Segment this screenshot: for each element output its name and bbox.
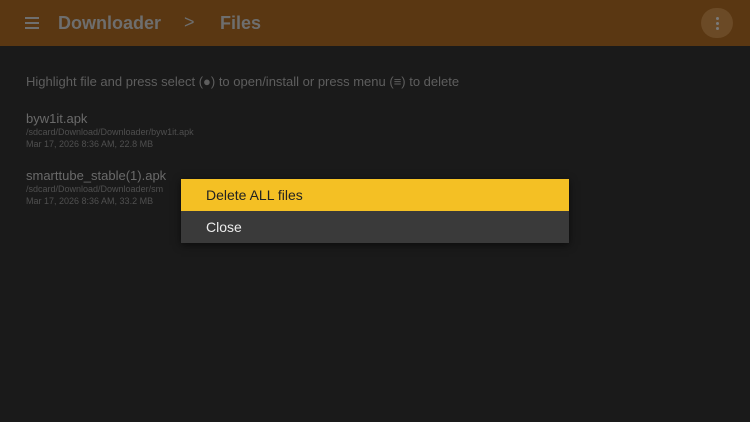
breadcrumb-separator: > <box>184 12 195 32</box>
file-name: smarttube_stable(1).apk <box>26 168 167 183</box>
delete-options-dialog: Delete ALL files Close <box>181 179 569 243</box>
file-path: /sdcard/Download/Downloader/sm <box>26 184 164 194</box>
downloader-app: Downloader > Files Highlight file and pr… <box>0 0 750 422</box>
delete-all-files-option[interactable]: Delete ALL files <box>181 179 569 211</box>
file-name: byw1it.apk <box>26 111 88 126</box>
more-vertical-icon[interactable] <box>701 8 733 38</box>
file-path: /sdcard/Download/Downloader/byw1it.apk <box>26 127 194 137</box>
close-option[interactable]: Close <box>181 211 569 243</box>
app-title: Downloader <box>58 13 162 33</box>
top-app-bar: Downloader > Files <box>0 0 750 46</box>
file-meta: Mar 17, 2026 8:36 AM, 33.2 MB <box>26 196 154 206</box>
page-title: Files <box>220 13 262 33</box>
file-list-item[interactable]: byw1it.apk /sdcard/Download/Downloader/b… <box>26 111 194 150</box>
file-meta: Mar 17, 2026 8:36 AM, 22.8 MB <box>26 139 154 149</box>
instructions-text: Highlight file and press select (●) to o… <box>26 74 460 89</box>
file-list-item[interactable]: smarttube_stable(1).apk /sdcard/Download… <box>26 168 166 207</box>
hamburger-menu-icon[interactable] <box>25 17 39 29</box>
